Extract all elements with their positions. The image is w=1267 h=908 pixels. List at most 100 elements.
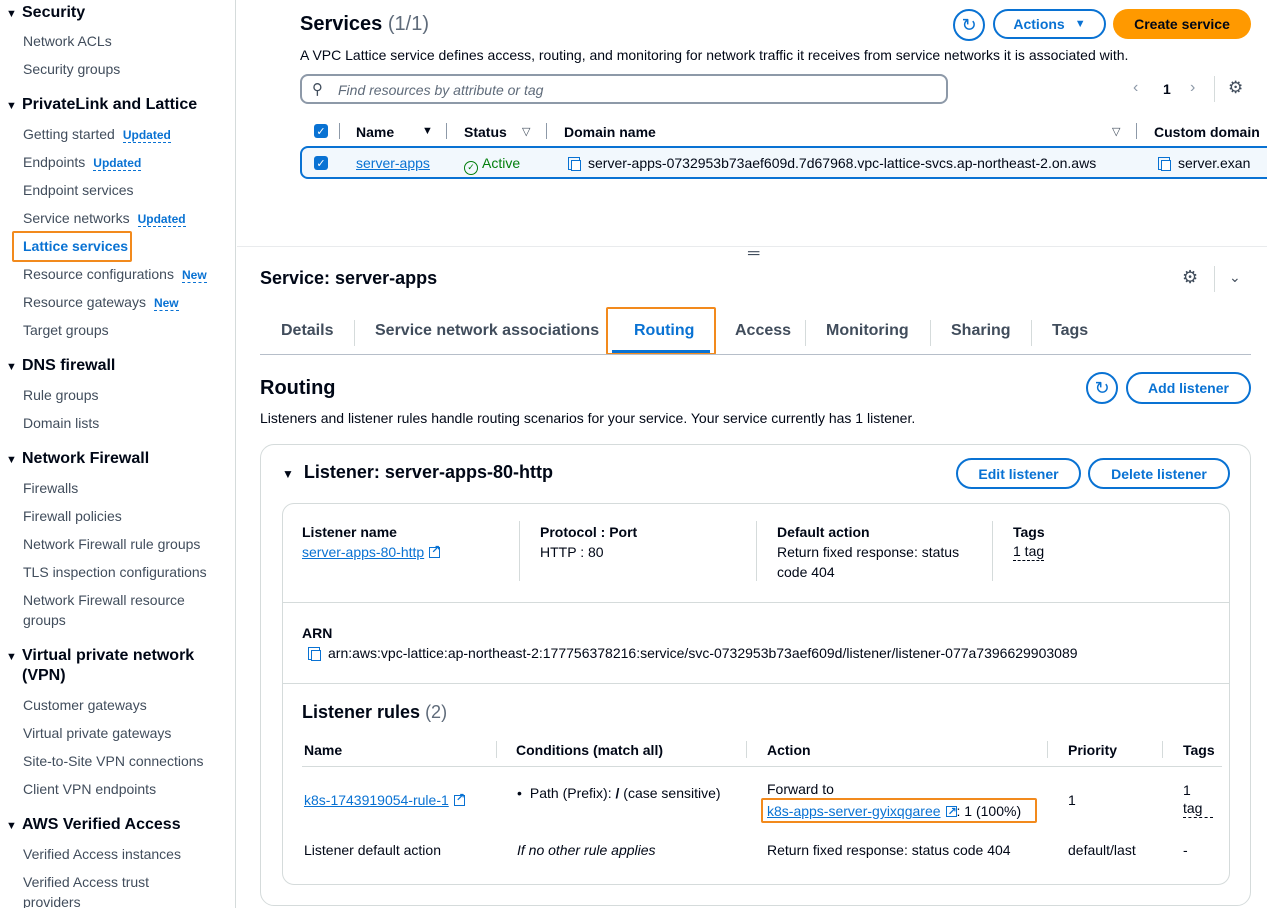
nav-item-virtual-private-gateways[interactable]: Virtual private gateways <box>23 723 228 743</box>
rule-action: Return fixed response: status code 404 <box>767 842 1011 858</box>
nav-item-target-groups[interactable]: Target groups <box>23 320 228 340</box>
nav-item-client-vpn-endpoints[interactable]: Client VPN endpoints <box>23 779 228 799</box>
nav-item-nf-rule-groups[interactable]: Network Firewall rule groups <box>23 534 228 554</box>
updated-badge: Updated <box>93 156 142 171</box>
listener-name-value[interactable]: server-apps-80-http <box>302 543 440 560</box>
copy-icon[interactable] <box>308 647 321 661</box>
nav-section-network-firewall[interactable]: ▼ Network Firewall <box>6 449 231 470</box>
listener-name-label: Listener name <box>302 524 397 540</box>
service-name-link[interactable]: server-apps <box>356 155 430 171</box>
divider <box>1214 266 1215 292</box>
divider <box>302 766 1222 767</box>
nav-item-va-instances[interactable]: Verified Access instances <box>23 844 228 864</box>
col-domain-name[interactable]: Domain name <box>564 124 656 140</box>
nav-item-rule-groups[interactable]: Rule groups <box>23 385 228 405</box>
nav-item-nf-resource-groups[interactable]: Network Firewall resource groups <box>23 590 213 630</box>
actions-button[interactable]: Actions ▼ <box>993 9 1106 39</box>
nav-item-firewall-policies[interactable]: Firewall policies <box>23 506 228 526</box>
divider <box>1031 320 1032 346</box>
delete-listener-button[interactable]: Delete listener <box>1088 458 1230 489</box>
copy-icon[interactable] <box>1158 157 1171 171</box>
nav-item-network-acls[interactable]: Network ACLs <box>23 31 228 51</box>
page-number[interactable]: 1 <box>1163 81 1171 97</box>
rule-condition: If no other rule applies <box>517 842 656 858</box>
caret-down-icon: ▼ <box>6 454 17 466</box>
create-service-button[interactable]: Create service <box>1113 9 1251 39</box>
nav-item-endpoint-services[interactable]: Endpoint services <box>23 180 228 200</box>
protocol-port-value: HTTP : 80 <box>540 544 604 560</box>
tags-label: Tags <box>1013 524 1045 540</box>
nav-item-va-trust-providers[interactable]: Verified Access trust providers <box>23 872 193 908</box>
nav-item-firewalls[interactable]: Firewalls <box>23 478 228 498</box>
sort-icon[interactable]: ▽ <box>1112 125 1120 138</box>
divider <box>354 320 355 346</box>
copy-icon[interactable] <box>568 157 581 171</box>
services-heading: Services (1/1) <box>300 13 429 36</box>
tab-tags[interactable]: Tags <box>1052 322 1088 340</box>
nav-section-privatelink[interactable]: ▼ PrivateLink and Lattice <box>6 95 231 116</box>
nav-item-tls-inspection[interactable]: TLS inspection configurations <box>23 562 228 582</box>
nav-section-security[interactable]: ▼ Security <box>6 3 231 24</box>
drag-handle-icon[interactable]: ═ <box>748 246 759 262</box>
nav-item-lattice-services[interactable]: Lattice services <box>23 236 228 256</box>
col-custom-domain[interactable]: Custom domain <box>1154 124 1260 140</box>
chevron-left-icon[interactable]: ‹ <box>1133 79 1138 97</box>
caret-down-icon: ▼ <box>6 361 17 373</box>
tags-value[interactable]: 1 tag <box>1013 542 1045 561</box>
listener-heading[interactable]: ▼ Listener: server-apps-80-http <box>282 462 553 483</box>
nav-item-resource-configurations[interactable]: Resource configurations New <box>23 264 228 285</box>
refresh-services-button[interactable]: ↻ <box>953 9 985 41</box>
chevron-right-icon[interactable]: › <box>1190 79 1195 97</box>
rule-condition: • Path (Prefix): / (case sensitive) <box>517 783 721 803</box>
arn-label: ARN <box>302 625 333 641</box>
nav-section-verified-access[interactable]: ▼ AWS Verified Access <box>6 815 231 836</box>
select-all-checkbox[interactable]: ✓ <box>314 124 328 138</box>
caret-down-icon: ▼ <box>282 467 294 481</box>
sort-icon[interactable]: ▽ <box>522 125 530 138</box>
divider <box>1162 741 1163 758</box>
routing-heading: Routing <box>260 377 336 399</box>
edit-listener-button[interactable]: Edit listener <box>956 458 1081 489</box>
gear-icon[interactable]: ⚙ <box>1182 267 1198 288</box>
nav-item-getting-started[interactable]: Getting started Updated <box>23 124 228 145</box>
tab-access[interactable]: Access <box>735 322 791 340</box>
tab-details[interactable]: Details <box>281 322 333 340</box>
tab-sharing[interactable]: Sharing <box>951 322 1011 340</box>
col-name[interactable]: Name <box>356 124 394 140</box>
tab-routing[interactable]: Routing <box>634 322 694 340</box>
target-group-link[interactable]: k8s-apps-server-gyixqgaree <box>767 803 941 819</box>
nav-item-endpoints[interactable]: Endpoints Updated <box>23 152 228 173</box>
divider <box>756 521 757 581</box>
rule-name-link[interactable]: k8s-1743919054-rule-1 <box>304 792 449 808</box>
tab-service-network-associations[interactable]: Service network associations <box>375 322 599 340</box>
services-search-input[interactable]: ⚲ Find resources by attribute or tag <box>300 74 948 104</box>
gear-icon[interactable]: ⚙ <box>1228 78 1243 98</box>
col-status[interactable]: Status <box>464 124 507 140</box>
nav-section-vpn[interactable]: ▼ Virtual private network (VPN) <box>6 646 231 686</box>
nav-section-dns-firewall[interactable]: ▼ DNS firewall <box>6 356 231 377</box>
rules-col-tags: Tags <box>1183 742 1215 758</box>
row-checkbox[interactable]: ✓ <box>314 156 328 170</box>
tab-monitoring[interactable]: Monitoring <box>826 322 909 340</box>
divider <box>930 320 931 346</box>
divider <box>283 602 1229 603</box>
listener-name-link[interactable]: server-apps-80-http <box>302 544 424 560</box>
actions-label: Actions <box>1013 16 1065 32</box>
add-listener-button[interactable]: Add listener <box>1126 372 1251 404</box>
rule-tags[interactable]: 1 tag <box>1183 781 1213 818</box>
default-action-label: Default action <box>777 524 870 540</box>
rule-name-cell[interactable]: k8s-1743919054-rule-1 <box>304 791 465 808</box>
nav-item-site-to-site-vpn[interactable]: Site-to-Site VPN connections <box>23 751 228 771</box>
refresh-routing-button[interactable]: ↻ <box>1086 372 1118 404</box>
nav-item-resource-gateways[interactable]: Resource gateways New <box>23 292 228 313</box>
nav-item-service-networks[interactable]: Service networks Updated <box>23 208 228 229</box>
nav-item-domain-lists[interactable]: Domain lists <box>23 413 228 433</box>
search-icon: ⚲ <box>312 81 323 98</box>
nav-item-security-groups[interactable]: Security groups <box>23 59 228 79</box>
new-badge: New <box>153 296 179 311</box>
nav-item-customer-gateways[interactable]: Customer gateways <box>23 695 228 715</box>
search-placeholder: Find resources by attribute or tag <box>338 82 544 98</box>
sort-desc-icon[interactable]: ▼ <box>422 125 433 137</box>
chevron-down-icon[interactable]: ⌄ <box>1229 269 1241 286</box>
rules-count: (2) <box>425 702 448 722</box>
